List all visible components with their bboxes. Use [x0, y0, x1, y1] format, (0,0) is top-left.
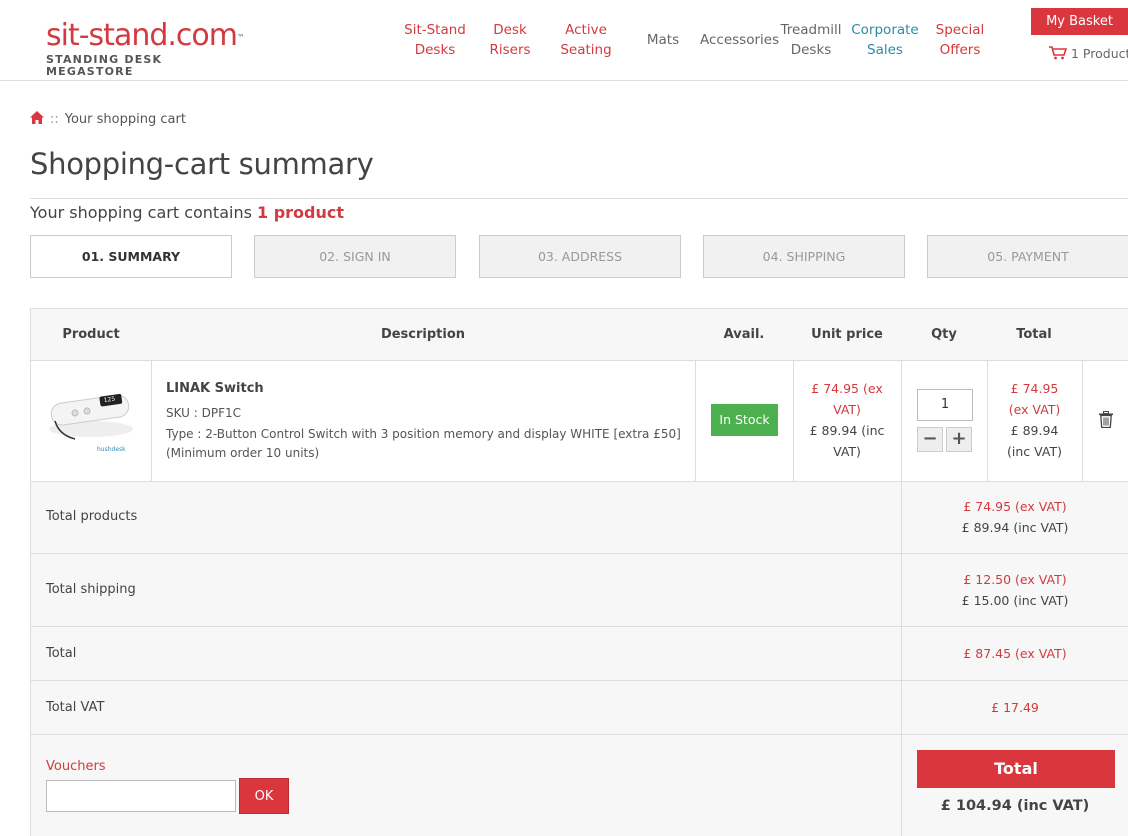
cart-table: Product Description Avail. Unit price Qt… [30, 308, 1128, 836]
summary-total-products-row: Total products £ 74.95 (ex VAT) £ 89.94 … [31, 482, 1128, 554]
logo-wordmark: sit-stand.com™ [46, 18, 245, 53]
logo-tagline: STANDING DESK MEGASTORE [46, 53, 163, 78]
header-availability: Avail. [723, 327, 765, 342]
cart-contains-text: Your shopping cart contains 1 product [30, 203, 345, 222]
grand-total-label: Total [917, 750, 1115, 788]
nav-special-offers[interactable]: Special Offers [932, 20, 988, 60]
my-basket-button[interactable]: My Basket [1031, 8, 1128, 35]
quantity-decrease-button[interactable]: − [917, 427, 943, 452]
nav-active-seating[interactable]: Active Seating [558, 20, 614, 60]
basket-count: 1 Product [1071, 46, 1128, 61]
title-divider [30, 198, 1128, 199]
nav-treadmill-desks[interactable]: Treadmill Desks [778, 20, 844, 60]
total-value: £ 87.45 (ex VAT) [963, 646, 1067, 661]
voucher-code-input[interactable] [46, 780, 236, 812]
total-vat-label: Total VAT [46, 700, 105, 715]
header-unit-price: Unit price [811, 327, 883, 342]
product-type: Type : 2-Button Control Switch with 3 po… [166, 427, 681, 460]
total-label: Total [46, 646, 77, 661]
step-shipping[interactable]: 04. SHIPPING [703, 235, 905, 278]
header-product: Product [62, 327, 120, 342]
breadcrumb-current: Your shopping cart [64, 112, 186, 127]
step-address[interactable]: 03. ADDRESS [479, 235, 681, 278]
delete-item-icon[interactable] [1099, 411, 1113, 428]
summary-total-vat-row: Total VAT £ 17.49 [31, 681, 1128, 735]
stock-badge: In Stock [711, 404, 778, 436]
grand-total-value: £ 104.94 (inc VAT) [940, 798, 1090, 814]
nav-accessories[interactable]: Accessories [700, 30, 779, 50]
header-qty: Qty [931, 327, 957, 342]
step-sign-in[interactable]: 02. SIGN IN [254, 235, 456, 278]
product-sku: SKU : DPF1C [166, 406, 242, 420]
quantity-increase-button[interactable]: + [946, 427, 972, 452]
cart-product-count: 1 product [257, 203, 345, 222]
svg-text:hushdesk: hushdesk [97, 446, 126, 453]
cart-icon [1049, 46, 1067, 60]
header-total: Total [1016, 327, 1052, 342]
unit-price: £ 74.95 (ex VAT) £ 89.94 (inc VAT) [809, 381, 885, 459]
summary-total-shipping-row: Total shipping £ 12.50 (ex VAT) £ 15.00 … [31, 554, 1128, 627]
nav-desk-risers[interactable]: Desk Risers [485, 20, 535, 60]
step-payment[interactable]: 05. PAYMENT [927, 235, 1128, 278]
product-name[interactable]: LINAK Switch [166, 381, 264, 396]
total-shipping-label: Total shipping [46, 582, 136, 597]
step-summary[interactable]: 01. SUMMARY [30, 235, 232, 278]
basket-summary-link[interactable]: 1 Product [1049, 46, 1128, 61]
summary-total-row: Total £ 87.45 (ex VAT) [31, 627, 1128, 681]
summary-voucher-row: Vouchers OK Total £ 104.94 (inc VAT) [31, 735, 1128, 836]
page-title: Shopping-cart summary [30, 147, 374, 181]
table-row: 125 hushdesk LINAK Switch SKU : DPF1C Ty… [31, 361, 1128, 482]
nav-mats[interactable]: Mats [643, 30, 683, 50]
quantity-input[interactable]: 1 [917, 389, 973, 421]
breadcrumb-separator: :: [50, 112, 59, 127]
total-shipping-value: £ 12.50 (ex VAT) £ 15.00 (inc VAT) [961, 572, 1069, 608]
product-thumbnail[interactable]: 125 hushdesk [45, 375, 137, 467]
table-header-row: Product Description Avail. Unit price Qt… [31, 309, 1128, 361]
header-description: Description [380, 327, 466, 342]
vouchers-label: Vouchers [46, 759, 106, 774]
site-header: sit-stand.com™ STANDING DESK MEGASTORE S… [0, 0, 1128, 81]
voucher-ok-button[interactable]: OK [239, 778, 289, 814]
home-icon[interactable] [30, 111, 44, 124]
total-products-label: Total products [46, 509, 138, 524]
total-vat-value: £ 17.49 [991, 700, 1039, 715]
nav-sit-stand-desks[interactable]: Sit-Stand Desks [404, 20, 466, 60]
site-logo[interactable]: sit-stand.com™ STANDING DESK MEGASTORE [46, 18, 246, 78]
breadcrumb: :: Your shopping cart [30, 111, 186, 127]
nav-corporate-sales[interactable]: Corporate Sales [850, 20, 920, 60]
total-products-value: £ 74.95 (ex VAT) £ 89.94 (inc VAT) [961, 499, 1069, 535]
line-total: £ 74.95 (ex VAT) £ 89.94 (inc VAT) [1007, 381, 1062, 459]
